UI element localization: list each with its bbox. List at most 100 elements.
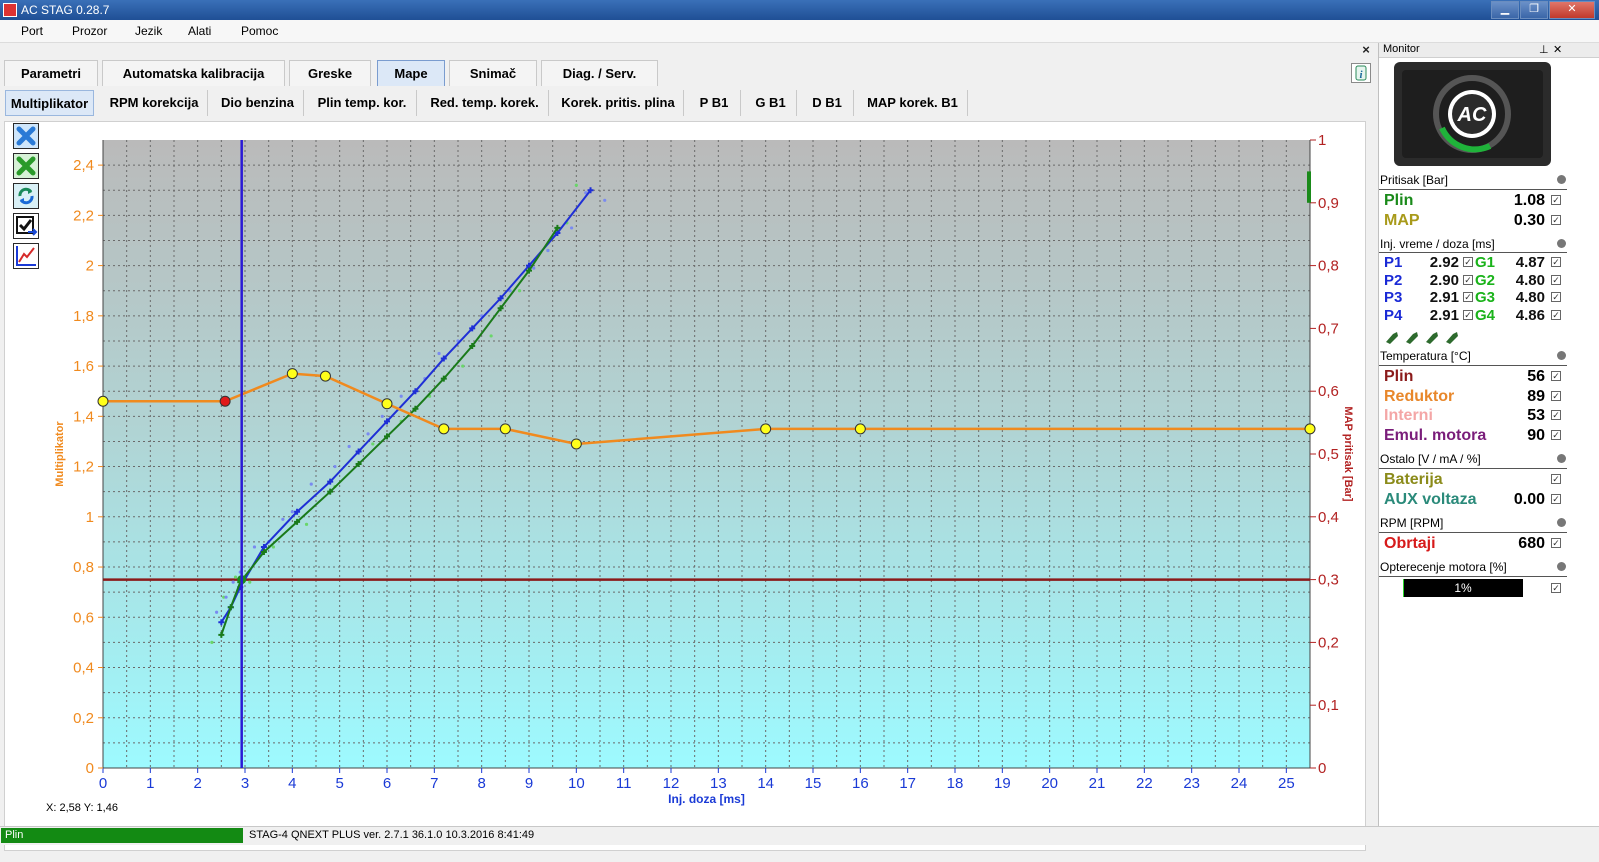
rpm-checkbox[interactable]: ✓: [1551, 538, 1561, 548]
x-tick-label: 7: [430, 775, 438, 792]
temp-value: 56: [1527, 368, 1545, 385]
divider: [1379, 252, 1567, 253]
pressure-map-value: 0.30: [1513, 212, 1545, 229]
y-tick-label: 2: [86, 258, 94, 275]
divider: [1379, 576, 1567, 577]
help-button[interactable]: i: [1351, 63, 1371, 83]
inj-p-checkbox[interactable]: ✓: [1463, 274, 1473, 285]
temp-label: Plin: [1384, 368, 1414, 385]
inj-g-checkbox[interactable]: ✓: [1551, 274, 1561, 285]
section-toggle-icon[interactable]: [1557, 175, 1566, 184]
scatter-blue-point: [215, 610, 219, 614]
status-bar: Plin STAG-4 QNEXT PLUS ver. 2.7.1 36.1.0…: [0, 826, 1599, 845]
x-tick-labels: 0 1 2 3 4 5 6 7 8 9 10 11 12 13 14 15 16 17 18 19 20 21 22 23 24…: [99, 768, 1295, 792]
monitor-close-icon[interactable]: ✕: [1553, 43, 1562, 56]
inj-g-value: 4.87: [1515, 254, 1545, 271]
other-checkbox[interactable]: ✓: [1551, 493, 1561, 504]
pin-icon[interactable]: ⊥: [1539, 43, 1549, 56]
minimize-button[interactable]: ▁: [1491, 1, 1519, 19]
tab-parametri[interactable]: Parametri: [4, 60, 98, 86]
multiplier-point[interactable]: [286, 368, 298, 380]
multiplier-point[interactable]: [760, 423, 772, 435]
y-tick-label: 0,6: [73, 609, 94, 626]
monitor-panel: Monitor ⊥ ✕ AC Pritisak [Bar] Plin 1.08 …: [1378, 43, 1599, 826]
multiplier-point[interactable]: [438, 423, 450, 435]
x-tick-label: 10: [568, 775, 585, 792]
other-section-title: Ostalo [V / mA / %]: [1380, 452, 1481, 466]
scatter-blue-point: [290, 510, 294, 514]
section-toggle-icon[interactable]: [1557, 239, 1566, 248]
scatter-blue-point: [252, 545, 257, 549]
section-toggle-icon[interactable]: [1557, 562, 1566, 571]
section-toggle-icon[interactable]: [1557, 454, 1566, 463]
x-tick-label: 14: [757, 775, 774, 792]
scatter-green-point: [248, 580, 252, 584]
menu-prozor[interactable]: Prozor: [72, 24, 107, 38]
tab-automatska-kalibracija[interactable]: Automatska kalibracija: [102, 60, 285, 86]
close-icon[interactable]: ×: [1360, 43, 1372, 56]
load-bar: 1%: [1403, 579, 1523, 597]
multiplier-point-selected[interactable]: [219, 395, 231, 407]
scatter-blue-point: [380, 414, 384, 418]
inj-p-checkbox[interactable]: ✓: [1463, 309, 1473, 320]
other-checkbox[interactable]: ✓: [1551, 474, 1561, 484]
temp-checkbox[interactable]: ✓: [1551, 410, 1561, 420]
divider: [1379, 365, 1567, 366]
x-tick-label: 11: [616, 775, 632, 792]
temp-checkbox[interactable]: ✓: [1551, 390, 1561, 401]
temp-label: Emul. motora: [1384, 426, 1487, 444]
inj-g-checkbox[interactable]: ✓: [1551, 309, 1561, 320]
y2-tick-label: 1: [1318, 132, 1326, 149]
scatter-blue-point: [366, 432, 370, 436]
load-value: 1%: [1454, 581, 1472, 595]
app-icon: [3, 3, 17, 17]
other-label: AUX voltaza: [1384, 490, 1477, 508]
scatter-green-point: [210, 640, 214, 645]
inj-p-checkbox[interactable]: ✓: [1463, 292, 1473, 302]
temp-label: Interni: [1384, 407, 1433, 424]
pressure-map-checkbox[interactable]: ✓: [1551, 215, 1561, 225]
svg-text:AC: AC: [1457, 104, 1487, 126]
multiplier-point[interactable]: [319, 370, 331, 382]
rpm-value: 680: [1518, 535, 1545, 552]
multiplier-point[interactable]: [854, 423, 866, 435]
temp-value: 90: [1527, 426, 1545, 444]
scatter-green-point: [233, 575, 238, 579]
x-tick-label: 17: [899, 775, 916, 792]
window-title: AC STAG 0.28.7: [21, 3, 110, 17]
inj-p-checkbox[interactable]: ✓: [1463, 257, 1473, 267]
y2-tick-label: 0,7: [1318, 320, 1339, 337]
temp-checkbox[interactable]: ✓: [1551, 371, 1561, 381]
section-toggle-icon[interactable]: [1557, 518, 1566, 527]
multiplier-point[interactable]: [97, 395, 109, 407]
load-checkbox[interactable]: ✓: [1551, 583, 1561, 593]
pressure-plin-checkbox[interactable]: ✓: [1551, 195, 1561, 205]
multiplier-point[interactable]: [1304, 423, 1316, 435]
tab-snimac[interactable]: Snimač: [449, 60, 537, 86]
tab-mape[interactable]: Mape: [377, 60, 445, 86]
menu-alati[interactable]: Alati: [188, 24, 211, 38]
inj-p-value: 2.91: [1429, 289, 1459, 306]
scatter-green-point: [574, 183, 578, 187]
inj-p-value: 2.91: [1429, 306, 1459, 324]
x-tick-label: 13: [710, 775, 727, 792]
close-button[interactable]: ✕: [1549, 1, 1595, 19]
scatter-blue-point: [224, 595, 228, 599]
menu-port[interactable]: Port: [21, 24, 43, 38]
menu-jezik[interactable]: Jezik: [135, 24, 162, 38]
inj-g-checkbox[interactable]: ✓: [1551, 292, 1561, 302]
restore-button[interactable]: ❐: [1520, 1, 1548, 19]
y-tick-label: 0,8: [73, 559, 94, 576]
menu-pomoc[interactable]: Pomoc: [241, 24, 278, 38]
section-toggle-icon[interactable]: [1557, 351, 1566, 360]
tab-greske[interactable]: Greske: [289, 60, 371, 86]
temp-checkbox[interactable]: ✓: [1551, 429, 1561, 440]
other-value: 0.00: [1513, 490, 1545, 508]
tab-diag-serv[interactable]: Diag. / Serv.: [541, 60, 658, 86]
multiplier-chart[interactable]: 0 1 2 3 4 5 6 7 8 9 10 11 12 13 14 15 16 17 18 19 20 21 22 23 24…: [0, 100, 1377, 840]
pressure-section-title: Pritisak [Bar]: [1380, 173, 1449, 187]
multiplier-point[interactable]: [499, 423, 511, 435]
inj-g-checkbox[interactable]: ✓: [1551, 257, 1561, 267]
multiplier-point[interactable]: [570, 438, 582, 450]
multiplier-point[interactable]: [381, 398, 393, 410]
